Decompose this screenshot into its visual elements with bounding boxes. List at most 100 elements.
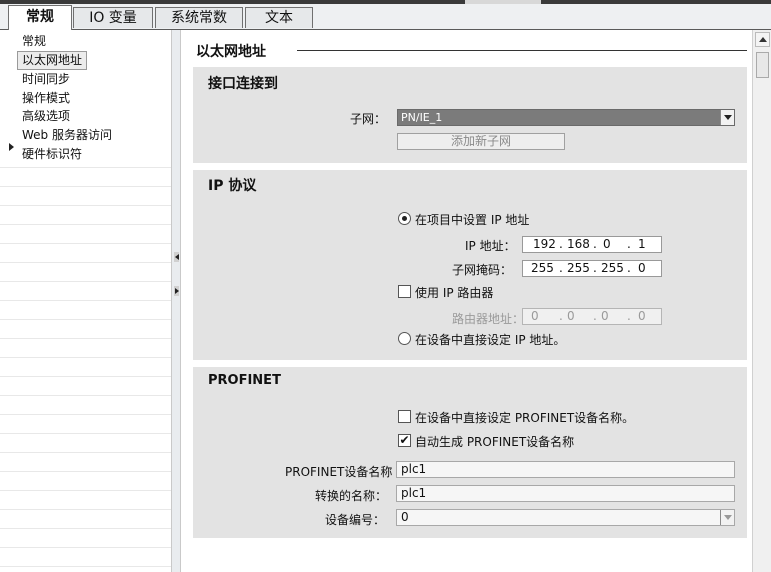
mask-octet-3: 255	[601, 261, 624, 275]
section-title: 以太网地址	[196, 44, 266, 60]
mask-dot: .	[627, 261, 631, 275]
chevron-up-icon	[759, 37, 767, 42]
mask-dot: .	[559, 261, 563, 275]
radio-set-ip-on-device[interactable]	[398, 332, 411, 345]
sidebar-divider	[0, 414, 171, 415]
device-name-field[interactable]: plc1	[396, 461, 735, 478]
mask-octet-2: 255	[567, 261, 590, 275]
section-title-rule	[297, 50, 747, 51]
router-octet-3: 0	[601, 309, 609, 323]
interface-panel-title: 接口连接到	[208, 76, 278, 92]
sidebar-divider	[0, 281, 171, 282]
ip-dot: .	[593, 237, 597, 251]
ip-dot: .	[627, 237, 631, 251]
sidebar-item-advanced[interactable]: 高级选项	[22, 107, 70, 125]
collapse-left-icon[interactable]	[175, 254, 179, 260]
set-name-on-device-checkbox[interactable]	[398, 410, 411, 423]
router-dot: .	[593, 309, 597, 323]
sidebar-divider	[0, 319, 171, 320]
sidebar-divider	[0, 357, 171, 358]
use-router-label: 使用 IP 路由器	[415, 286, 494, 300]
ip-octet-3: 0	[603, 237, 611, 251]
sidebar-divider	[0, 205, 171, 206]
router-dot: .	[559, 309, 563, 323]
set-name-on-device-label: 在设备中直接设定 PROFINET设备名称。	[415, 411, 635, 425]
sidebar-item-time-sync[interactable]: 时间同步	[22, 70, 70, 88]
checkmark-icon: ✔	[399, 433, 410, 447]
subnet-label: 子网：	[350, 112, 387, 126]
subnet-dropdown-button[interactable]	[720, 110, 734, 125]
chevron-down-icon	[724, 115, 732, 120]
chevron-down-icon	[724, 515, 732, 520]
sidebar-divider	[0, 300, 171, 301]
converted-name-field[interactable]: plc1	[396, 485, 735, 502]
tab-general[interactable]: 常规	[8, 5, 72, 30]
mask-octet-4: 0	[638, 261, 646, 275]
mask-dot: .	[593, 261, 597, 275]
vertical-scrollbar[interactable]	[752, 30, 771, 572]
sidebar-divider	[0, 262, 171, 263]
add-subnet-button[interactable]: 添加新子网	[397, 133, 565, 150]
mask-octet-1: 255	[531, 261, 554, 275]
radio-set-ip-on-device-label: 在设备中直接设定 IP 地址。	[415, 333, 566, 347]
expand-arrow-icon[interactable]	[9, 143, 14, 151]
sidebar-divider	[0, 528, 171, 529]
ip-address-label: IP 地址：	[465, 239, 516, 253]
router-address-label: 路由器地址：	[452, 312, 525, 326]
ip-protocol-panel: IP 协议 在项目中设置 IP 地址 IP 地址： 192 . 168 . 0 …	[193, 170, 747, 360]
sidebar-divider	[0, 224, 171, 225]
sidebar-divider	[0, 186, 171, 187]
sidebar-divider	[0, 167, 171, 168]
ip-octet-2: 168	[567, 237, 590, 251]
ip-protocol-panel-title: IP 协议	[208, 178, 257, 194]
sidebar-divider	[0, 243, 171, 244]
router-octet-1: 0	[531, 309, 539, 323]
auto-generate-name-checkbox[interactable]: ✔	[398, 434, 411, 447]
sidebar-divider	[0, 338, 171, 339]
router-address-field[interactable]: 0 . 0 . 0 . 0	[522, 308, 662, 325]
device-number-dropdown-button[interactable]	[720, 510, 734, 525]
subnet-select[interactable]: PN/IE_1	[397, 109, 735, 126]
interface-panel: 接口连接到 子网： PN/IE_1 添加新子网	[193, 67, 747, 163]
panel-splitter[interactable]	[171, 30, 181, 572]
sidebar-divider	[0, 566, 171, 567]
radio-set-ip-in-project-label: 在项目中设置 IP 地址	[415, 213, 530, 227]
tab-texts[interactable]: 文本	[245, 7, 313, 28]
subnet-mask-label: 子网掩码：	[452, 263, 513, 277]
sidebar-divider	[0, 395, 171, 396]
converted-name-label: 转换的名称：	[315, 489, 388, 503]
expand-right-icon[interactable]	[175, 288, 179, 294]
profinet-panel: PROFINET 在设备中直接设定 PROFINET设备名称。 ✔ 自动生成 P…	[193, 367, 747, 538]
radio-set-ip-in-project[interactable]	[398, 212, 411, 225]
subnet-select-value: PN/IE_1	[401, 111, 443, 124]
ip-dot: .	[559, 237, 563, 251]
device-number-label: 设备编号：	[325, 513, 386, 527]
sidebar-item-hardware-id[interactable]: 硬件标识符	[22, 145, 82, 163]
use-router-checkbox[interactable]	[398, 285, 411, 298]
tab-io-tags[interactable]: IO 变量	[73, 7, 153, 28]
sidebar-divider	[0, 509, 171, 510]
scroll-up-button[interactable]	[755, 32, 770, 47]
sidebar-item-general[interactable]: 常规	[22, 32, 46, 50]
device-number-select[interactable]: 0	[396, 509, 735, 526]
device-name-label: PROFINET设备名称	[285, 465, 393, 479]
sidebar-item-ethernet-address[interactable]: 以太网地址	[17, 51, 88, 70]
ip-address-field[interactable]: 192 . 168 . 0 . 1	[522, 236, 662, 253]
sidebar-divider	[0, 433, 171, 434]
sidebar-item-operating-mode[interactable]: 操作模式	[22, 89, 70, 107]
sidebar-divider	[0, 452, 171, 453]
sidebar-divider	[0, 547, 171, 548]
sidebar-item-web-server[interactable]: Web 服务器访问	[22, 126, 112, 144]
auto-generate-name-label: 自动生成 PROFINET设备名称	[415, 435, 575, 449]
router-dot: .	[627, 309, 631, 323]
ip-octet-1: 192	[533, 237, 556, 251]
sidebar-divider	[0, 490, 171, 491]
ip-octet-4: 1	[638, 237, 646, 251]
scrollbar-thumb[interactable]	[756, 52, 769, 78]
subnet-mask-field[interactable]: 255 . 255 . 255 . 0	[522, 260, 662, 277]
profinet-panel-title: PROFINET	[208, 373, 281, 388]
sidebar-divider	[0, 376, 171, 377]
device-number-value: 0	[401, 510, 409, 524]
tab-bar: 常规 IO 变量 系统常数 文本	[0, 4, 771, 30]
tab-system-constants[interactable]: 系统常数	[155, 7, 243, 28]
